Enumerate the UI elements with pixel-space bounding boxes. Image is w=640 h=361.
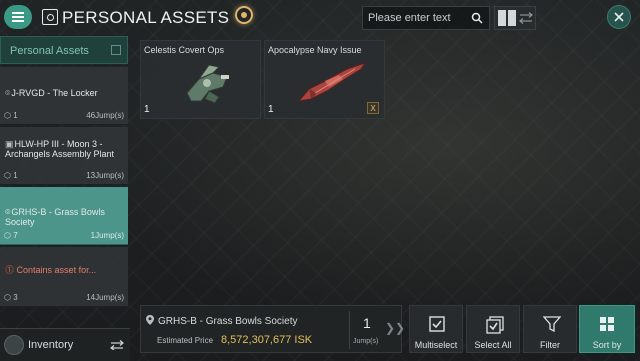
- warning-icon: ⓵: [5, 265, 15, 275]
- multiselect-button[interactable]: Multiselect: [409, 305, 463, 353]
- location-pin-icon: [146, 315, 154, 325]
- divider: [349, 311, 350, 349]
- filter-icon: [543, 316, 561, 332]
- jumps-value: 1: [363, 315, 371, 331]
- list-swap-icon[interactable]: [519, 12, 533, 24]
- inventory-label: Inventory: [28, 339, 74, 351]
- location-count-value: 1: [13, 111, 18, 120]
- location-item[interactable]: ⓵ Contains asset for... ⬡ 3 14Jump(s): [0, 247, 128, 307]
- location-jumps: 1Jump(s): [90, 231, 124, 240]
- sort-by-button[interactable]: Sort by: [579, 305, 635, 353]
- location-name-row: ▣HLW-HP III - Moon 3 - Archangels Assemb…: [5, 139, 125, 159]
- asset-card[interactable]: Apocalypse Navy Issue 1 X: [264, 40, 385, 119]
- location-count: ⬡ 3: [4, 293, 18, 302]
- location-name: HLW-HP III - Moon 3 - Archangels Assembl…: [5, 139, 115, 159]
- location-jumps: 14Jump(s): [86, 293, 124, 302]
- swap-icon[interactable]: [110, 340, 124, 350]
- select-all-icon: [486, 316, 504, 334]
- estimated-price-value: 8,572,307,677 ISK: [221, 334, 313, 346]
- asset-name: Celestis Covert Ops: [144, 45, 225, 55]
- asset-badge[interactable]: X: [367, 102, 379, 114]
- station-icon: ⌾: [5, 88, 11, 98]
- inventory-button[interactable]: Inventory: [0, 328, 130, 361]
- checkbox-icon: [429, 316, 445, 332]
- close-button[interactable]: [607, 5, 631, 29]
- select-all-label: Select All: [474, 340, 512, 350]
- station-icon: ⌾: [5, 207, 11, 217]
- chevron-right-icon[interactable]: ❯❯: [385, 321, 405, 335]
- location-item[interactable]: ⌾J-RVGD - The Locker ⬡ 1 46Jump(s): [0, 67, 128, 125]
- estimated-price-label: Estimated Price: [157, 336, 214, 345]
- sort-grid-icon: [600, 317, 614, 331]
- menu-button[interactable]: [4, 5, 32, 29]
- location-count-value: 3: [13, 293, 18, 302]
- search-input[interactable]: [368, 10, 460, 26]
- sidebar-heading[interactable]: Personal Assets: [0, 36, 128, 64]
- grid-view-icon[interactable]: [498, 10, 516, 26]
- view-toggle[interactable]: [494, 6, 536, 30]
- location-jumps: 46Jump(s): [86, 111, 124, 120]
- asset-card[interactable]: Celestis Covert Ops 1: [140, 40, 261, 119]
- asset-quantity: 1: [268, 104, 274, 115]
- location-count: ⬡ 1: [4, 171, 18, 180]
- search-box: [362, 6, 490, 30]
- multiselect-label: Multiselect: [414, 340, 458, 350]
- location-jumps: 13Jump(s): [86, 171, 124, 180]
- location-name: GRHS-B - Grass Bowls Society: [5, 207, 105, 227]
- page-title: PERSONAL ASSETS: [62, 8, 230, 27]
- system-name: GRHS-B - Grass Bowls Society: [158, 316, 298, 327]
- notification-orb-icon[interactable]: [235, 6, 253, 24]
- sort-by-label: Sort by: [592, 340, 622, 350]
- filter-label: Filter: [540, 340, 560, 350]
- asset-quantity: 1: [144, 104, 150, 115]
- sidebar-heading-label: Personal Assets: [10, 45, 89, 57]
- location-item-active[interactable]: ⌾GRHS-B - Grass Bowls Society ⬡ 7 1Jump(…: [0, 187, 128, 245]
- structure-icon: ▣: [5, 139, 14, 149]
- inventory-icon: [4, 335, 24, 355]
- ship-thumbnail: [186, 64, 229, 104]
- location-name: J-RVGD - The Locker: [11, 88, 98, 98]
- location-count: ⬡ 7: [4, 231, 18, 240]
- location-item[interactable]: ▣HLW-HP III - Moon 3 - Archangels Assemb…: [0, 127, 128, 185]
- location-name: Contains asset for...: [16, 265, 97, 275]
- select-all-button[interactable]: Select All: [466, 305, 520, 353]
- location-name-row: ⌾GRHS-B - Grass Bowls Society: [5, 207, 125, 227]
- location-summary: GRHS-B - Grass Bowls Society Estimated P…: [140, 305, 405, 353]
- jumps-label: Jump(s): [353, 338, 379, 345]
- location-count: ⬡ 1: [4, 111, 18, 120]
- location-count-value: 1: [13, 171, 18, 180]
- location-count-value: 7: [13, 231, 18, 240]
- hamburger-icon: [12, 12, 24, 22]
- assets-icon: [42, 9, 58, 25]
- search-icon[interactable]: [471, 12, 483, 24]
- ship-thumbnail: [297, 62, 367, 102]
- edit-icon[interactable]: [111, 45, 121, 55]
- filter-button[interactable]: Filter: [523, 305, 577, 353]
- location-name-row: ⓵ Contains asset for...: [5, 265, 125, 275]
- location-sidebar: Personal Assets ⌾J-RVGD - The Locker ⬡ 1…: [0, 36, 130, 361]
- close-icon: [614, 12, 624, 22]
- location-name-row: ⌾J-RVGD - The Locker: [5, 88, 125, 98]
- asset-name: Apocalypse Navy Issue: [268, 45, 362, 55]
- header: PERSONAL ASSETS: [0, 0, 640, 36]
